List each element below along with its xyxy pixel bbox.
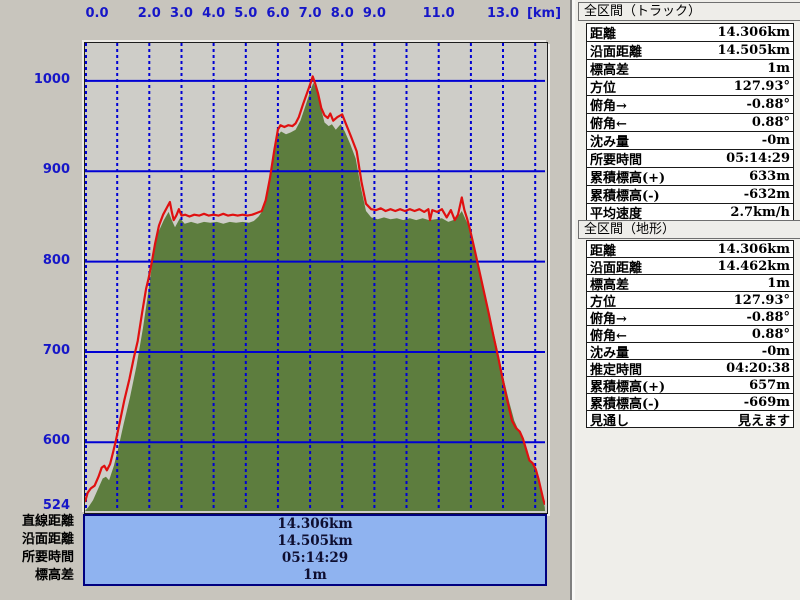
stat-row: 標高差1m — [587, 275, 793, 292]
summary-label: 直線距離 — [0, 513, 74, 531]
stat-row: 推定時間04:20:38 — [587, 360, 793, 377]
x-tick-label: 9.0 — [352, 6, 396, 21]
stat-value: 657m — [749, 378, 790, 393]
stat-row: 俯角← 0.88° — [587, 114, 793, 132]
stat-value: 04:20:38 — [726, 361, 790, 376]
stat-value: 05:14:29 — [726, 151, 790, 166]
stat-value: -632m — [744, 187, 790, 202]
stat-row: 沿面距離14.462km — [587, 258, 793, 275]
stat-row: 距離 14.306km — [587, 24, 793, 42]
summary-label: 沿面距離 — [0, 531, 74, 549]
terrain-area — [85, 83, 545, 511]
stat-value: 1m — [767, 61, 790, 76]
summary-labels: 直線距離沿面距離所要時間標高差 — [0, 513, 74, 585]
stat-table-track: 距離 14.306km 沿面距離 14.505km 標高差 1m 方位 127.93° 俯角→ -… — [586, 23, 794, 222]
summary-value: 14.306km — [85, 516, 545, 533]
stat-value: 14.505km — [717, 43, 790, 58]
elevation-profile-plot[interactable] — [84, 42, 548, 514]
statistics-pane: 全区間（トラック）距離14.306km沿面距離14.505km標高差1m方位12… — [575, 0, 800, 600]
stat-table-terrain: 距離14.306km沿面距離14.462km標高差1m方位127.93°俯角→-… — [586, 240, 794, 428]
stat-label: 俯角→ — [590, 95, 627, 114]
stat-label: 沈み量 — [590, 131, 629, 150]
stat-row: 方位127.93° — [587, 292, 793, 309]
stat-label: 方位 — [590, 77, 616, 96]
x-axis-unit-label: [km] — [516, 6, 572, 21]
stat-label: 所要時間 — [590, 149, 642, 168]
summary-label: 標高差 — [0, 567, 74, 585]
stat-value: 127.93° — [734, 293, 790, 308]
stat-value: 14.462km — [717, 259, 790, 274]
stat-row: 沿面距離 14.505km — [587, 42, 793, 60]
stat-row: 見通し 見えます — [587, 411, 793, 427]
y-min-label: 524 — [0, 499, 70, 513]
stat-value: 14.306km — [717, 25, 790, 40]
y-tick-label: 600 — [0, 434, 70, 448]
x-tick-label: 11.0 — [417, 6, 461, 21]
panel-header-track: 全区間（トラック） — [578, 2, 800, 21]
stat-value: 見えます — [738, 410, 790, 429]
summary-value: 14.505km — [85, 533, 545, 550]
stat-label: 標高差 — [590, 59, 629, 78]
stat-label: 距離 — [590, 23, 616, 42]
stat-label: 見通し — [590, 410, 629, 429]
stat-row: 所要時間 05:14:29 — [587, 150, 793, 168]
stat-value: 2.7km/h — [730, 205, 790, 220]
stat-value: 633m — [749, 169, 790, 184]
stat-value: 1m — [767, 276, 790, 291]
summary-label: 所要時間 — [0, 549, 74, 567]
stat-value: 14.306km — [717, 242, 790, 257]
y-tick-label: 1000 — [0, 73, 70, 87]
summary-value: 1m — [85, 567, 545, 584]
stat-row: 沈み量 -0m — [587, 132, 793, 150]
stat-value: -0m — [762, 133, 790, 148]
summary-value: 05:14:29 — [85, 550, 545, 567]
stat-value: -0.88° — [746, 97, 790, 112]
stat-label: 沿面距離 — [590, 41, 642, 60]
y-tick-label: 700 — [0, 344, 70, 358]
elevation-chart-pane: 0.02.03.04.05.06.07.08.09.011.013.0 [km]… — [0, 0, 570, 600]
stat-row: 累積標高(-) -632m — [587, 186, 793, 204]
stat-label: 俯角← — [590, 113, 627, 132]
stat-row: 俯角→ -0.88° — [587, 96, 793, 114]
stat-value: 127.93° — [734, 79, 790, 94]
stat-row: 俯角→-0.88° — [587, 309, 793, 326]
stat-value: 0.88° — [752, 115, 790, 130]
stat-row: 累積標高(-)-669m — [587, 394, 793, 411]
elevation-profile-svg — [85, 43, 545, 511]
stat-row: 累積標高(+)657m — [587, 377, 793, 394]
stat-row: 俯角←0.88° — [587, 326, 793, 343]
stat-row: 平均速度2.7km/h — [587, 204, 793, 221]
y-tick-label: 800 — [0, 254, 70, 268]
stat-value: -0m — [762, 344, 790, 359]
stat-value: -669m — [744, 395, 790, 410]
x-tick-label: 0.0 — [75, 6, 119, 21]
panel-header-terrain: 全区間（地形） — [578, 220, 800, 239]
stat-value: -0.88° — [746, 310, 790, 325]
stat-row: 距離14.306km — [587, 241, 793, 258]
stat-label: 累積標高(+) — [590, 167, 665, 186]
summary-info-box: 14.306km14.505km05:14:291m — [83, 514, 547, 586]
stat-row: 標高差 1m — [587, 60, 793, 78]
stat-row: 累積標高(+) 633m — [587, 168, 793, 186]
y-tick-label: 900 — [0, 163, 70, 177]
stat-row: 沈み量-0m — [587, 343, 793, 360]
stat-row: 方位 127.93° — [587, 78, 793, 96]
stat-label: 累積標高(-) — [590, 185, 660, 204]
stat-value: 0.88° — [752, 327, 790, 342]
